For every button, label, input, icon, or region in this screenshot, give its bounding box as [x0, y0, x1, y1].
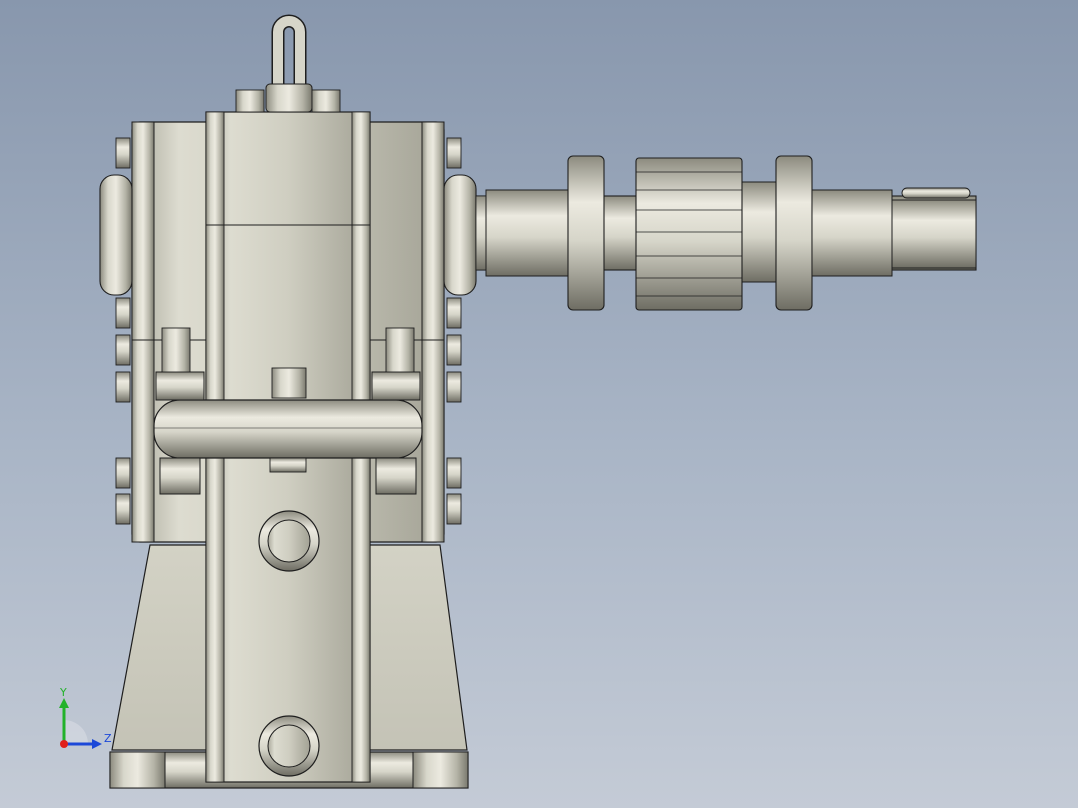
axis-z-label: Z	[104, 732, 112, 745]
lifting-eye-bolt[interactable]	[235, 14, 341, 113]
graphics-viewport[interactable]: Y Z	[0, 0, 1078, 808]
drain-plug[interactable]	[258, 715, 320, 777]
axis-y-label: Y	[60, 686, 67, 699]
gearbox-model[interactable]	[0, 0, 1078, 808]
view-orientation-triad[interactable]: Y Z	[50, 680, 130, 760]
inspection-plug[interactable]	[258, 510, 320, 572]
gear-pinion[interactable]	[635, 157, 743, 311]
